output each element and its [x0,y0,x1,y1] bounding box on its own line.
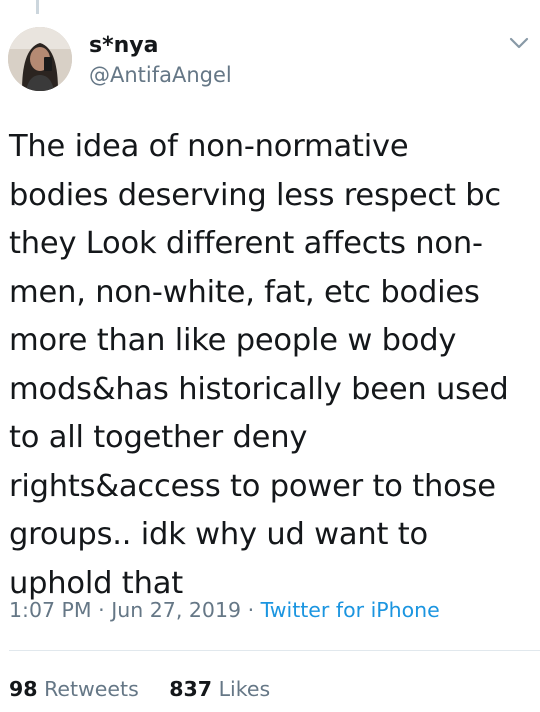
tweet-time[interactable]: 1:07 PM [9,598,92,622]
avatar-photo-icon [8,27,72,91]
tweet-text: The idea of non-normative bodies deservi… [9,129,509,601]
retweets-count: 98 [9,677,38,701]
retweets-stat[interactable]: 98 Retweets [9,677,139,701]
tweet-stats: 98 Retweets 837 Likes [9,677,294,701]
tweet-source-link[interactable]: Twitter for iPhone [261,598,440,622]
display-name[interactable]: s*nya [89,33,158,58]
chevron-down-icon[interactable] [508,36,530,50]
retweets-label: Retweets [44,677,139,701]
thread-connector-line [36,0,39,14]
avatar[interactable] [8,27,72,91]
tweet-meta: 1:07 PM · Jun 27, 2019 · Twitter for iPh… [9,598,440,622]
tweet-date[interactable]: Jun 27, 2019 [111,598,241,622]
likes-count: 837 [169,677,213,701]
divider [9,650,540,651]
likes-label: Likes [218,677,271,701]
user-handle[interactable]: @AntifaAngel [89,63,232,87]
likes-stat[interactable]: 837 Likes [169,677,270,701]
meta-separator: · [247,598,255,622]
meta-separator: · [98,598,105,622]
